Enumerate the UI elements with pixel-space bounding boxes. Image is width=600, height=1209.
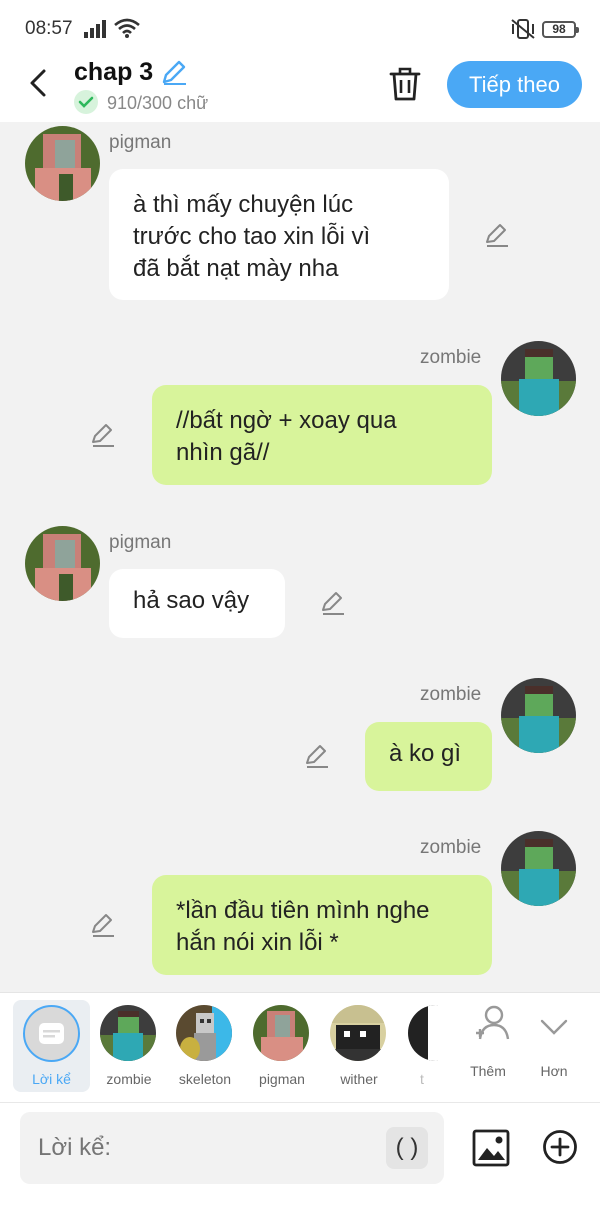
character-wither[interactable]: wither xyxy=(320,1001,398,1091)
narrator-icon xyxy=(23,1005,80,1062)
message-text: //bất ngờ + xoay qua nhìn gã// xyxy=(176,407,397,466)
edit-message-icon[interactable] xyxy=(90,422,116,448)
chat-area: pigman à thì mấy chuyện lúc trước cho ta… xyxy=(0,122,600,992)
character-label: t xyxy=(420,1071,424,1087)
status-time: 08:57 xyxy=(25,18,73,39)
add-character-label: Thêm xyxy=(470,1063,506,1079)
add-character-button[interactable]: Thêm xyxy=(460,1003,516,1093)
status-bar: 08:57 98 xyxy=(0,0,600,58)
narrator-selector[interactable]: Lời kể xyxy=(13,1000,90,1092)
chapter-title: chap 3 xyxy=(74,58,154,86)
message-bubble[interactable]: à thì mấy chuyện lúc trước cho tao xin l… xyxy=(109,169,449,300)
message-bubble[interactable]: //bất ngờ + xoay qua nhìn gã// xyxy=(152,385,492,485)
message-bubble[interactable]: hả sao vậy xyxy=(109,569,285,638)
edit-message-icon[interactable] xyxy=(90,912,116,938)
input-bar: ( ) xyxy=(0,1102,600,1209)
avatar-pigman xyxy=(253,1005,309,1061)
message-bubble[interactable]: à ko gì xyxy=(365,722,492,791)
back-arrow-icon[interactable] xyxy=(24,68,54,98)
parenthesis-button[interactable]: ( ) xyxy=(386,1127,428,1169)
wifi-icon xyxy=(114,18,140,38)
message-bubble[interactable]: *lần đầu tiên mình nghe hắn nói xin lỗi … xyxy=(152,875,492,975)
character-label: wither xyxy=(340,1071,378,1087)
next-button[interactable]: Tiếp theo xyxy=(447,61,582,108)
character-label: pigman xyxy=(259,1071,305,1087)
trash-icon[interactable] xyxy=(388,66,422,102)
avatar-zombie[interactable] xyxy=(501,341,576,416)
character-partial[interactable]: t xyxy=(398,1001,438,1091)
plus-circle-icon[interactable] xyxy=(542,1129,578,1165)
message-text: à thì mấy chuyện lúc trước cho tao xin l… xyxy=(133,191,371,282)
word-count: 910/300 chữ xyxy=(107,93,209,113)
sender-name: pigman xyxy=(109,532,172,553)
character-bar: Lời kể zombie skeleton pigman wither t T… xyxy=(0,992,600,1102)
more-button[interactable]: Hơn xyxy=(530,1003,578,1093)
message-text: *lần đầu tiên mình nghe hắn nói xin lỗi … xyxy=(176,897,430,956)
character-label: skeleton xyxy=(178,1071,232,1087)
signal-icon xyxy=(84,20,106,38)
message-text: hả sao vậy xyxy=(133,587,250,614)
sender-name: zombie xyxy=(420,347,482,368)
avatar-zombie xyxy=(100,1005,156,1061)
battery-indicator: 98 xyxy=(542,21,579,38)
narration-input[interactable] xyxy=(20,1112,444,1184)
message-text: à ko gì xyxy=(389,740,462,767)
sender-name: zombie xyxy=(420,684,482,705)
narrator-label: Lời kể xyxy=(32,1071,71,1087)
sender-name: zombie xyxy=(420,837,482,858)
character-label: zombie xyxy=(106,1071,152,1087)
avatar-wither xyxy=(330,1005,386,1061)
vibrate-mute-icon xyxy=(511,19,535,39)
header: chap 3 910/300 chữ Tiếp theo xyxy=(0,58,600,122)
image-icon[interactable] xyxy=(472,1129,510,1167)
avatar-pigman[interactable] xyxy=(25,126,100,201)
character-skeleton[interactable]: skeleton xyxy=(166,1001,244,1091)
add-person-icon xyxy=(476,1005,510,1040)
more-label: Hơn xyxy=(540,1063,568,1079)
character-pigman[interactable]: pigman xyxy=(243,1001,321,1091)
edit-message-icon[interactable] xyxy=(320,590,346,616)
avatar-skeleton xyxy=(176,1005,232,1061)
edit-message-icon[interactable] xyxy=(304,743,330,769)
pencil-icon[interactable] xyxy=(160,58,188,86)
avatar-zombie[interactable] xyxy=(501,831,576,906)
character-zombie[interactable]: zombie xyxy=(90,1001,168,1091)
avatar-partial xyxy=(408,1005,438,1061)
chevron-down-icon xyxy=(540,1019,568,1035)
check-icon xyxy=(74,90,98,114)
avatar-pigman[interactable] xyxy=(25,526,100,601)
avatar-zombie[interactable] xyxy=(501,678,576,753)
edit-message-icon[interactable] xyxy=(484,222,510,248)
sender-name: pigman xyxy=(109,132,172,153)
